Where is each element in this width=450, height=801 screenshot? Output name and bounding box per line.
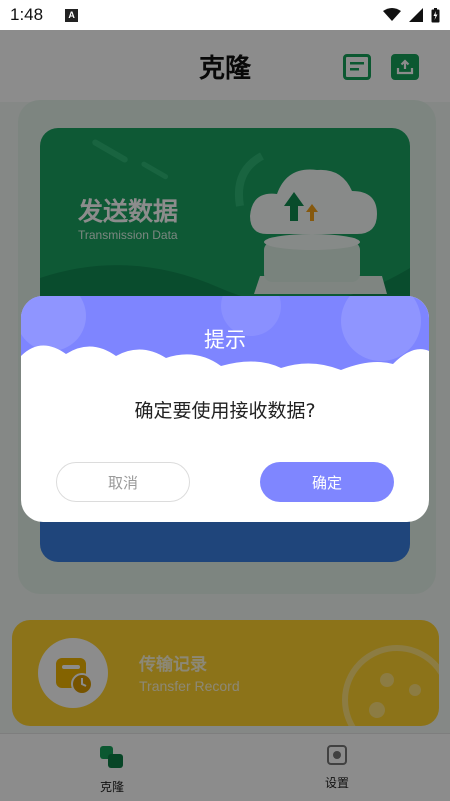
confirm-dialog: 提示 确定要使用接收数据? 取消 确定: [21, 296, 429, 522]
cancel-button[interactable]: 取消: [56, 462, 190, 502]
wifi-icon: [383, 8, 401, 21]
dialog-title: 提示: [204, 328, 246, 352]
notification-icon: A: [65, 8, 79, 22]
signal-icon: [409, 8, 423, 22]
dialog-message: 确定要使用接收数据?: [134, 400, 316, 422]
confirm-button[interactable]: 确定: [260, 462, 394, 502]
status-time: 1:48: [10, 5, 44, 24]
status-bar: 1:48 A: [0, 0, 450, 30]
status-icons: [383, 7, 440, 23]
battery-icon: [431, 7, 440, 22]
